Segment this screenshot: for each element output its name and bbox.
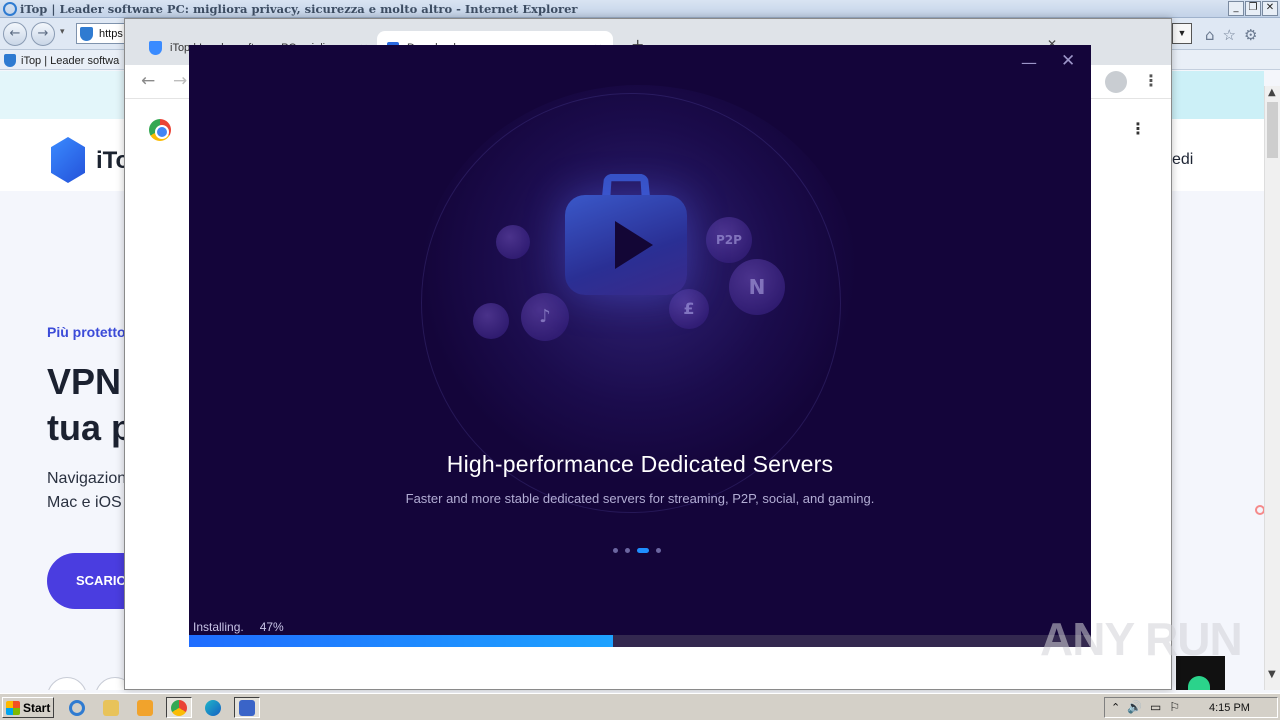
ie-window-title: iTop | Leader software PC: migliora priv… — [20, 2, 578, 16]
scroll-up-arrow-icon[interactable]: ▲ — [1268, 87, 1276, 98]
chrome-forward-button[interactable]: → — [173, 71, 187, 91]
chrome-logo-icon — [149, 119, 171, 141]
taskbar-chrome-icon[interactable] — [166, 697, 192, 718]
ie-address-text[interactable]: https — [99, 28, 123, 40]
favorites-star-icon[interactable]: ☆ — [1223, 26, 1236, 44]
site-nav-link[interactable]: edi — [1172, 151, 1193, 169]
hero-description-line1: Navigazion — [47, 470, 127, 487]
network-icon[interactable]: ▭ — [1150, 700, 1161, 714]
p2p-bubble-icon: P2P — [706, 217, 752, 263]
chrome-back-button[interactable]: ← — [141, 71, 155, 91]
hero-description-line2: Mac e iOS — [47, 494, 122, 511]
anyrun-watermark: ANY RUN — [1040, 613, 1243, 665]
windows-taskbar: Start ⌃ 🔊 ▭ ⚐ 4:15 PM — [0, 693, 1280, 720]
profile-avatar-icon[interactable] — [1105, 71, 1127, 93]
netflix-bubble-icon: N — [729, 259, 785, 315]
install-status: Installing. 47% — [193, 620, 284, 634]
hero-headline: VPN tua p — [47, 359, 133, 451]
install-progress-track — [189, 635, 1091, 647]
taskbar-media-player-icon[interactable] — [132, 697, 158, 718]
site-shield-icon — [149, 41, 162, 55]
taskbar-edge-icon[interactable] — [200, 697, 226, 718]
page-scrollbar[interactable]: ▲ ▼ — [1264, 86, 1280, 690]
carousel-dot[interactable] — [637, 548, 649, 553]
ie-address-bar[interactable]: https — [76, 23, 128, 44]
installer-close-button[interactable]: ✕ — [1061, 51, 1075, 71]
system-tray: ⌃ 🔊 ▭ ⚐ 4:15 PM — [1104, 697, 1278, 718]
ie-forward-button[interactable]: → — [31, 22, 55, 46]
slide-headline: High-performance Dedicated Servers — [446, 451, 834, 477]
scrollbar-thumb[interactable] — [1267, 102, 1278, 158]
carousel-dot[interactable] — [656, 548, 661, 553]
chrome-menu-button[interactable]: ⋮ — [1143, 71, 1159, 90]
ie-back-button[interactable]: ← — [3, 22, 27, 46]
social-bubble-icon — [496, 225, 530, 259]
widget-graphic — [1188, 676, 1210, 690]
taskbar-clock[interactable]: 4:15 PM — [1209, 702, 1250, 714]
carousel-dots — [613, 548, 661, 553]
tools-gear-icon[interactable]: ⚙ — [1244, 26, 1257, 44]
play-triangle-icon — [615, 221, 653, 269]
action-center-flag-icon[interactable]: ⚐ — [1169, 700, 1180, 714]
taskbar-ie-icon[interactable] — [64, 697, 90, 718]
internet-explorer-icon — [3, 2, 17, 16]
game-bubble-icon — [473, 303, 509, 339]
carousel-dot[interactable] — [613, 548, 618, 553]
carousel-prev-button[interactable] — [47, 677, 87, 690]
windows-logo-icon — [6, 700, 20, 715]
scroll-down-arrow-icon[interactable]: ▼ — [1268, 669, 1276, 680]
home-icon[interactable]: ⌂ — [1205, 26, 1215, 44]
taskbar-installer-icon[interactable] — [234, 697, 260, 718]
ie-toolbar-icons: ⌂ ☆ ⚙ — [1205, 26, 1257, 44]
itop-vpn-installer-window: — ✕ P2P N ♪ £ High-performance Dedicated… — [189, 45, 1091, 647]
ie-title-bar: iTop | Leader software PC: migliora priv… — [0, 0, 1280, 18]
ie-address-dropdown[interactable]: ▼ — [1172, 23, 1192, 44]
ie-history-dropdown[interactable]: ▾ — [60, 27, 65, 37]
ie-minimize-button[interactable]: _ — [1228, 1, 1244, 16]
tiktok-bubble-icon: ♪ — [521, 293, 569, 341]
volume-icon[interactable]: 🔊 — [1127, 700, 1142, 714]
carousel-dot[interactable] — [625, 548, 630, 553]
site-shield-icon — [4, 54, 16, 67]
install-progress-percent: 47% — [259, 620, 284, 634]
install-progress-fill — [189, 635, 613, 647]
site-shield-icon — [80, 27, 93, 41]
downloads-menu-button[interactable]: ⋮ — [1130, 119, 1146, 138]
start-button[interactable]: Start — [2, 697, 54, 718]
taskbar-apps — [64, 697, 260, 718]
currency-bubble-icon: £ — [669, 289, 709, 329]
hero-description: Navigazion Mac e iOS — [47, 467, 126, 515]
tray-icons: 🔊 ▭ ⚐ — [1127, 700, 1180, 714]
install-status-label: Installing. — [193, 620, 244, 634]
top-banner-accent — [1172, 71, 1264, 119]
hero-kicker: Più protetto — [47, 324, 126, 340]
hero-headline-line1: VPN — [47, 361, 122, 402]
installer-minimize-button[interactable]: — — [1021, 53, 1037, 72]
slide-subtitle: Faster and more stable dedicated servers… — [405, 491, 875, 506]
ie-tab[interactable]: iTop | Leader softwa — [4, 52, 119, 69]
start-label: Start — [23, 700, 51, 715]
ie-close-button[interactable]: ✕ — [1262, 1, 1278, 16]
ie-tab-label: iTop | Leader softwa — [21, 54, 120, 67]
taskbar-explorer-icon[interactable] — [98, 697, 124, 718]
hero-headline-line2: tua p — [47, 407, 133, 448]
tray-expand-icon[interactable]: ⌃ — [1111, 701, 1120, 714]
ie-window-controls: _ ❐ ✕ — [1228, 1, 1278, 16]
ie-restore-button[interactable]: ❐ — [1245, 1, 1261, 16]
